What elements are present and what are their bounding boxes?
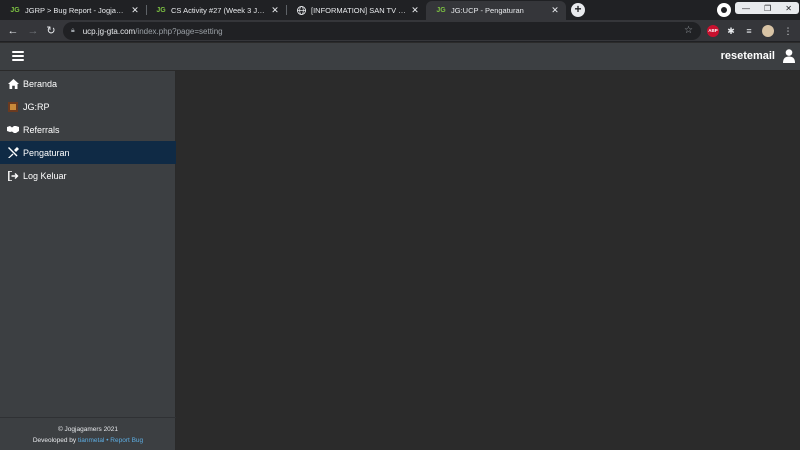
tab-title: JGRP > Bug Report - Jogjagamers <box>25 6 126 15</box>
tools-icon <box>7 147 19 159</box>
developer-link[interactable]: tianmetal <box>78 437 104 444</box>
hamburger-menu-icon[interactable] <box>12 51 24 61</box>
app-header: resetemail <box>0 43 800 71</box>
username-label[interactable]: resetemail <box>721 50 775 62</box>
maximize-icon[interactable]: ❐ <box>764 4 771 13</box>
credits-line: Deveoloped by tianmetal • Report Bug <box>0 435 176 446</box>
jgrp-icon <box>7 101 19 113</box>
new-tab-button[interactable]: + <box>571 3 585 17</box>
sidebar-item-jgrp[interactable]: JG:RP <box>0 95 176 118</box>
tab-title: CS Activity #27 (Week 3 July) - P <box>171 6 266 15</box>
tab-title: [INFORMATION] SAN TV Segme <box>311 6 406 15</box>
user-icon[interactable] <box>783 49 795 63</box>
sidebar-item-label: Log Keluar <box>23 170 67 181</box>
globe-icon <box>296 6 306 16</box>
copyright-text: © Jogjagamers 2021 <box>57 426 119 433</box>
tab-san-tv[interactable]: [INFORMATION] SAN TV Segme ✕ <box>286 1 426 20</box>
back-arrow-icon[interactable]: ← <box>6 24 20 38</box>
browser-menu-icon[interactable]: ⋮ <box>782 25 794 37</box>
close-icon[interactable]: ✕ <box>550 5 560 16</box>
jg-favicon-icon: JG <box>10 7 20 14</box>
sidebar-item-label: Beranda <box>23 78 58 89</box>
sidebar-item-referrals[interactable]: Referrals <box>0 118 176 141</box>
sidebar-item-label: Pengaturan <box>23 147 70 158</box>
jg-favicon-icon: JG <box>436 7 446 14</box>
tab-jgucp-pengaturan[interactable]: JG JG:UCP - Pengaturan ✕ <box>426 1 566 20</box>
sidebar-item-beranda[interactable]: Beranda <box>0 72 176 95</box>
url-host: ucp.jg-gta.com <box>82 26 136 36</box>
star-icon[interactable]: ☆ <box>684 25 693 36</box>
media-record-icon[interactable] <box>717 3 731 17</box>
forward-arrow-icon[interactable]: → <box>26 24 40 38</box>
sidebar-item-pengaturan[interactable]: Pengaturan <box>0 141 176 164</box>
close-icon[interactable]: ✕ <box>130 5 140 16</box>
extensions-puzzle-icon[interactable]: ✱ <box>725 25 737 37</box>
developed-by-text: Deveoloped by <box>32 437 77 444</box>
logout-icon <box>7 170 19 182</box>
sidebar: Beranda JG:RP Referrals Pengaturan Log K… <box>0 71 176 450</box>
address-bar[interactable]: 🔒︎ ucp.jg-gta.com/index.php?page=setting… <box>63 22 701 40</box>
browser-toolbar: ← → ↻ 🔒︎ ucp.jg-gta.com/index.php?page=s… <box>0 20 800 42</box>
sidebar-item-log-keluar[interactable]: Log Keluar <box>0 164 176 187</box>
tab-jgrp-bug-report[interactable]: JG JGRP > Bug Report - Jogjagamers ✕ <box>0 1 146 20</box>
jg-favicon-icon: JG <box>156 7 166 14</box>
sidebar-item-label: JG:RP <box>23 101 50 112</box>
close-icon[interactable]: ✕ <box>410 5 420 16</box>
report-bug-link[interactable]: Report Bug <box>110 437 143 444</box>
sidebar-footer: © Jogjagamers 2021 Deveoloped by tianmet… <box>0 424 176 446</box>
url-path: /index.php?page=setting <box>135 26 223 36</box>
tab-cs-activity[interactable]: JG CS Activity #27 (Week 3 July) - P ✕ <box>146 1 286 20</box>
footer-separator: • <box>106 437 109 444</box>
close-icon[interactable]: ✕ <box>270 5 280 16</box>
browser-tab-strip: JG JGRP > Bug Report - Jogjagamers ✕ JG … <box>0 0 800 20</box>
handshake-icon <box>7 124 19 136</box>
reload-icon[interactable]: ↻ <box>44 24 58 38</box>
media-queue-icon[interactable]: ≡ <box>743 25 755 37</box>
window-close-icon[interactable]: ✕ <box>785 4 792 13</box>
window-controls: — ❐ ✕ <box>735 2 799 14</box>
sidebar-item-label: Referrals <box>23 124 60 135</box>
footer-divider <box>0 417 176 418</box>
tab-title: JG:UCP - Pengaturan <box>451 6 524 15</box>
main-content <box>177 71 800 450</box>
home-icon <box>7 78 19 90</box>
profile-avatar[interactable] <box>762 25 774 37</box>
adblock-icon[interactable]: ABP <box>707 25 719 37</box>
minimize-icon[interactable]: — <box>742 4 750 13</box>
lock-icon: 🔒︎ <box>71 27 75 34</box>
